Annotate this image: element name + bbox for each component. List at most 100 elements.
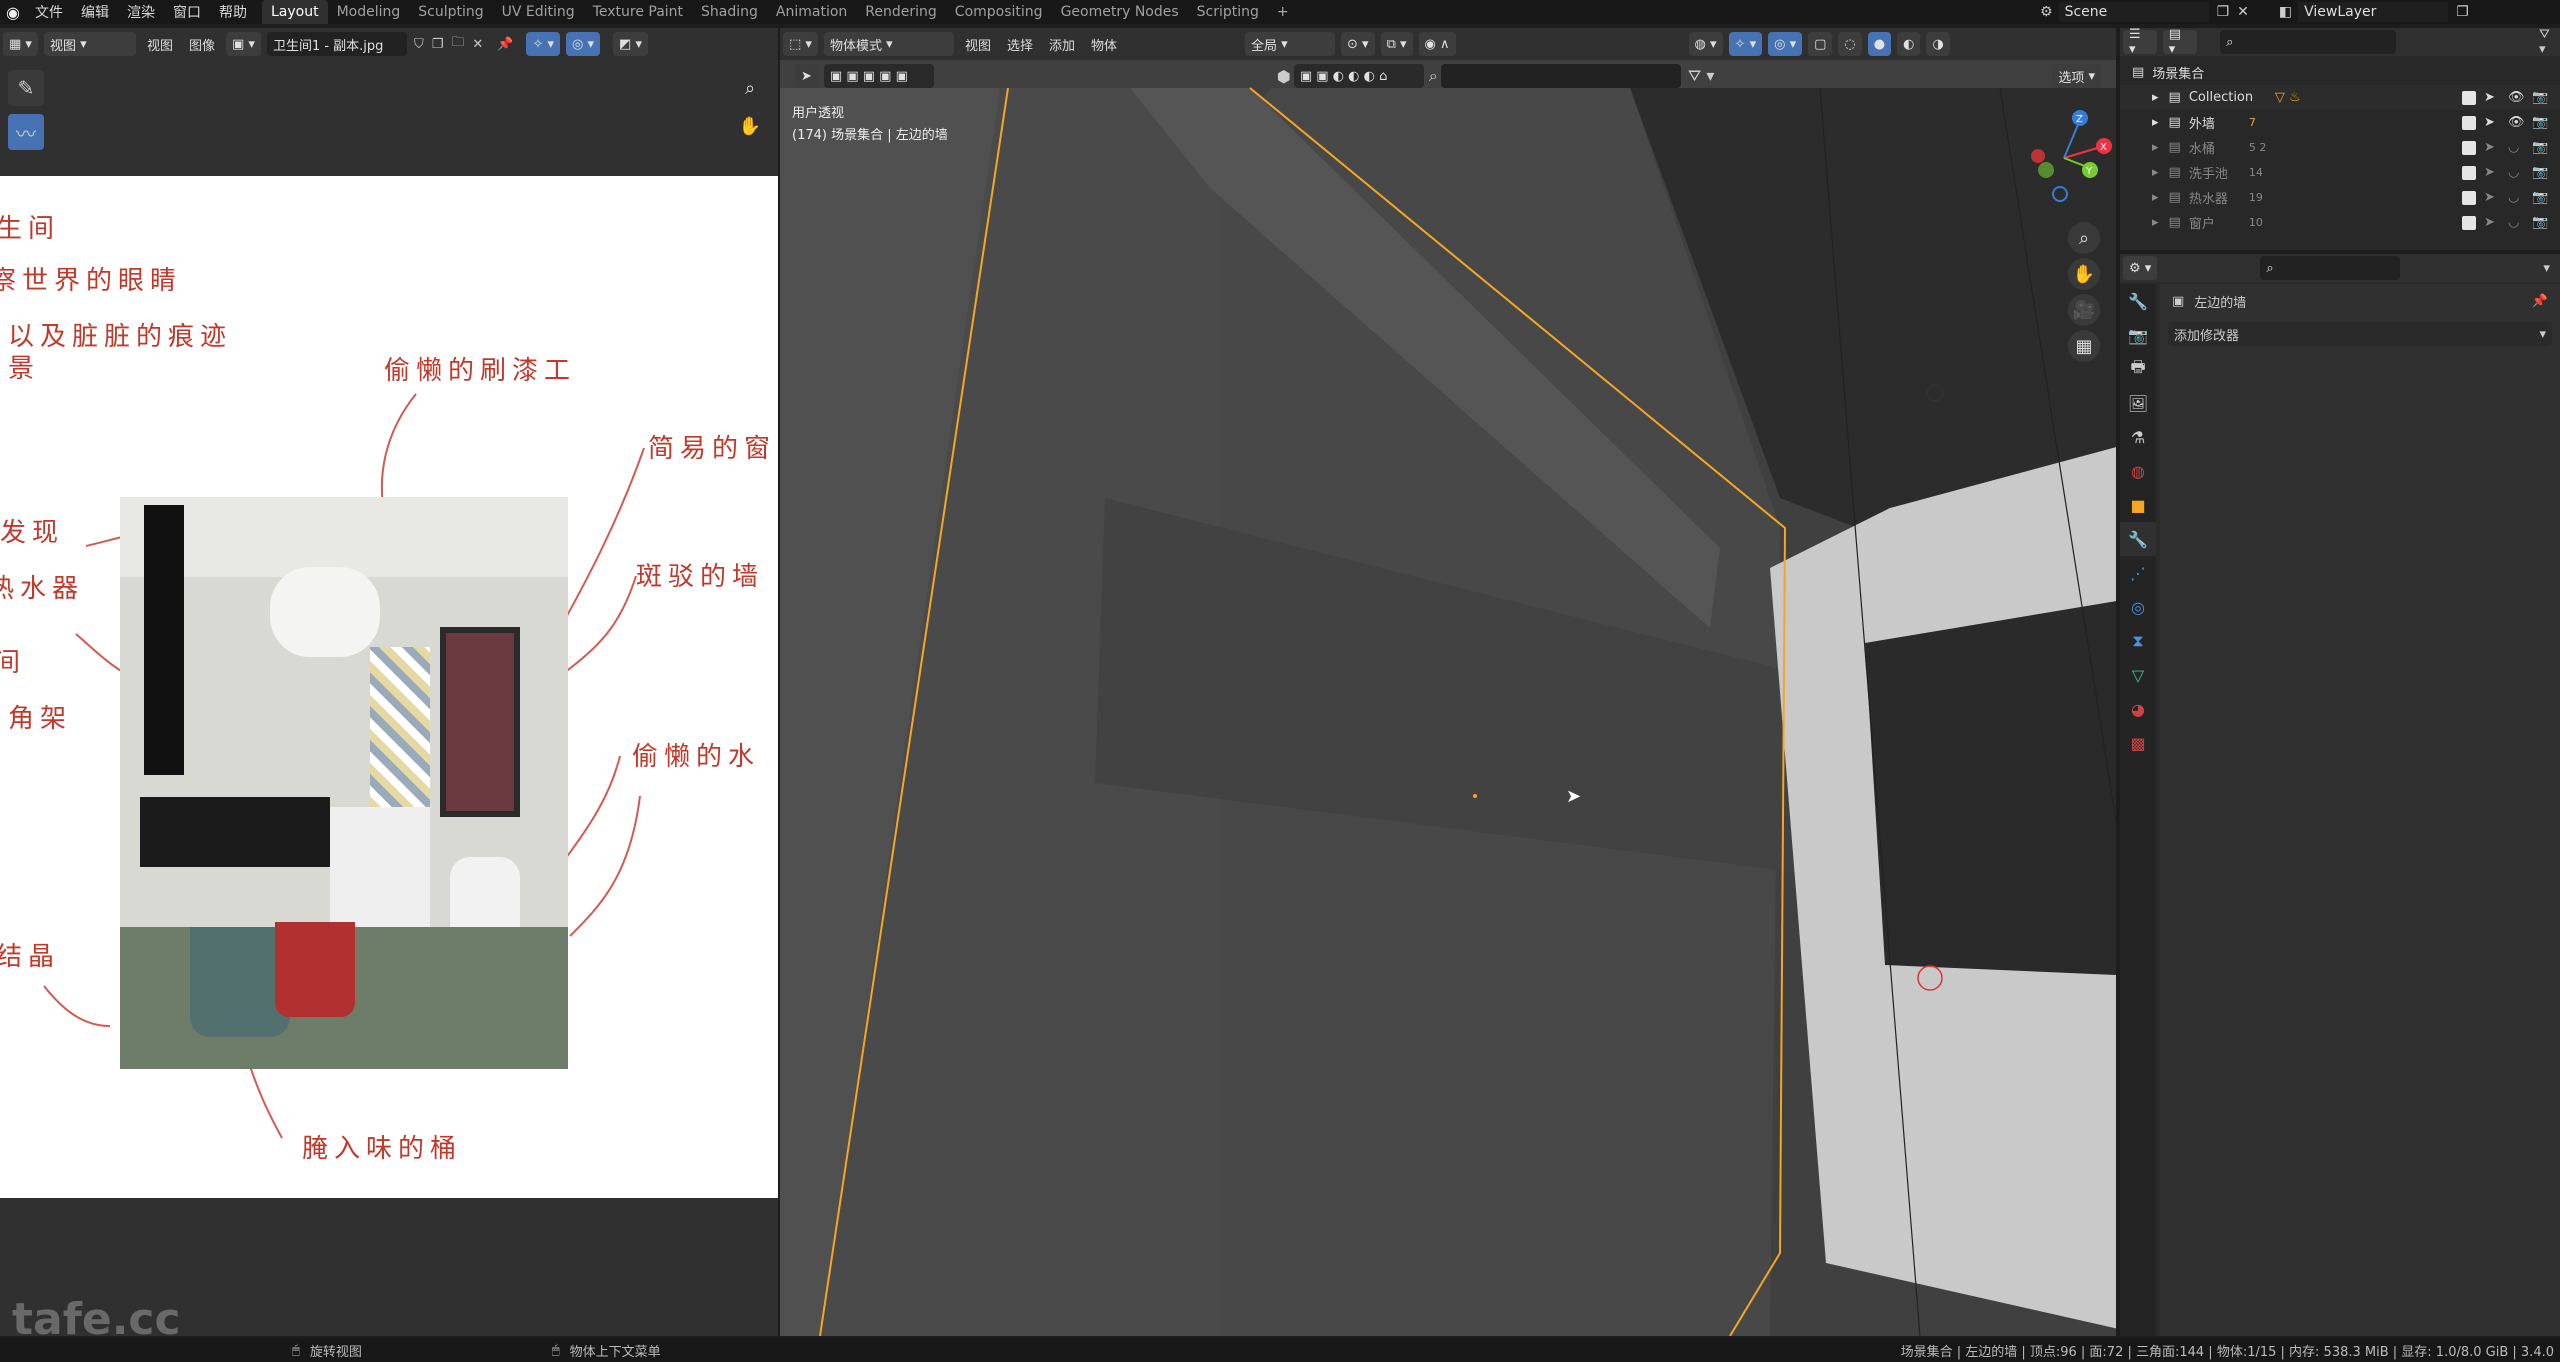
menu-render[interactable]: 渲染 [118, 2, 164, 22]
tab-texture-paint[interactable]: Texture Paint [584, 0, 692, 24]
exclude-checkbox[interactable] [2462, 115, 2476, 130]
fake-user-icon[interactable]: ⛉ [414, 37, 424, 52]
visibility-eye-icon[interactable]: ◡ [2508, 165, 2519, 180]
image-canvas[interactable]: 生间 察世界的眼睛 以及脏脏的痕迹 景 偷懒的刷漆工 简易的窗 发现 热水器 斑… [0, 176, 778, 1198]
particles-tab-icon[interactable]: ⋰ [2120, 556, 2156, 590]
new-view-layer-icon[interactable]: ❐ [2456, 4, 2469, 20]
outliner-root[interactable]: ▤ 场景集合 [2120, 60, 2560, 85]
render-toggle-icon[interactable]: 📷 [2532, 165, 2548, 180]
exclude-checkbox[interactable] [2462, 215, 2476, 230]
menu-window[interactable]: 窗口 [164, 2, 210, 22]
scene-icon[interactable]: ⚙ [2040, 4, 2053, 20]
editor-type-dropdown[interactable]: ☰ ▾ [2123, 27, 2157, 57]
overlay-toggle[interactable]: ◎ ▾ [566, 32, 601, 56]
view-layer-icon[interactable]: ◧ [2279, 4, 2292, 20]
exclude-checkbox[interactable] [2462, 90, 2476, 105]
menu-view[interactable]: 视图 [139, 35, 181, 54]
unlink-image-icon[interactable]: ✕ [472, 37, 483, 52]
select-toggle-icon[interactable]: ➤ [2484, 215, 2495, 230]
zoom-icon[interactable]: ⌕ [734, 72, 766, 104]
menu-edit[interactable]: 编辑 [72, 2, 118, 22]
outliner-item[interactable]: ▸ ▤ Collection ▽ ♨ ➤ 👁 📷 [2120, 85, 2560, 110]
visibility-eye-icon[interactable]: ◡ [2508, 190, 2519, 205]
outliner-item[interactable]: ▸ ▤ 窗户 10 ➤ ◡ 📷 [2120, 210, 2560, 235]
blender-logo-icon[interactable]: ◉ [0, 0, 26, 24]
tab-modeling[interactable]: Modeling [328, 0, 410, 24]
tab-layout[interactable]: Layout [262, 0, 328, 24]
tab-scripting[interactable]: Scripting [1188, 0, 1268, 24]
object-tab-icon[interactable]: ■ [2120, 488, 2156, 522]
menu-file[interactable]: 文件 [26, 2, 72, 22]
delete-scene-icon[interactable]: ✕ [2237, 4, 2249, 20]
tab-shading[interactable]: Shading [692, 0, 767, 24]
render-toggle-icon[interactable]: 📷 [2532, 140, 2548, 155]
select-toggle-icon[interactable]: ➤ [2484, 165, 2495, 180]
new-scene-icon[interactable]: ❐ [2217, 4, 2230, 20]
3d-viewport[interactable]: ⬚ ▾ 物体模式 ▾ 视图 选择 添加 物体 全局 ▾ ⊙ ▾ ⧉ ▾ ◉ ∧ … [780, 28, 2116, 1336]
select-toggle-icon[interactable]: ➤ [2484, 140, 2495, 155]
camera-view-icon[interactable]: 🎥 [2068, 294, 2100, 326]
display-mode-dropdown[interactable]: ▤ ▾ [2162, 27, 2198, 57]
world-tab-icon[interactable]: ◍ [2120, 454, 2156, 488]
data-tab-icon[interactable]: ▽ [2120, 658, 2156, 692]
editor-type-dropdown[interactable]: ⚙ ▾ [2123, 256, 2158, 280]
render-toggle-icon[interactable]: 📷 [2532, 90, 2548, 105]
editor-type-dropdown[interactable]: ▦ ▾ [3, 32, 38, 56]
outliner-item[interactable]: ▸ ▤ 热水器 19 ➤ ◡ 📷 [2120, 185, 2560, 210]
select-toggle-icon[interactable]: ➤ [2484, 190, 2495, 205]
tab-geometry-nodes[interactable]: Geometry Nodes [1052, 0, 1188, 24]
render-toggle-icon[interactable]: 📷 [2532, 190, 2548, 205]
filter-icon[interactable]: ⛛ ▾ [2539, 27, 2560, 57]
tab-compositing[interactable]: Compositing [946, 0, 1052, 24]
outliner-item[interactable]: ▸ ▤ 外墙 7 ➤ 👁 📷 [2120, 110, 2560, 135]
render-toggle-icon[interactable]: 📷 [2532, 215, 2548, 230]
perspective-toggle-icon[interactable]: ▦ [2068, 330, 2100, 362]
open-image-icon[interactable]: 🗀 [451, 33, 464, 55]
pin-icon[interactable]: 📌 [2532, 294, 2548, 309]
pan-hand-icon[interactable]: ✋ [2068, 258, 2100, 290]
select-toggle-icon[interactable]: ➤ [2484, 90, 2495, 105]
menu-help[interactable]: 帮助 [210, 2, 256, 22]
physics-tab-icon[interactable]: ◎ [2120, 590, 2156, 624]
expand-arrow-icon[interactable]: ▸ [2152, 165, 2159, 180]
outliner-search-input[interactable]: ⌕ [2220, 30, 2396, 54]
exclude-checkbox[interactable] [2462, 190, 2476, 205]
navigation-gizmo[interactable]: Z X Y [2004, 98, 2116, 218]
new-image-icon[interactable]: ❐ [432, 37, 444, 52]
exclude-checkbox[interactable] [2462, 165, 2476, 180]
material-tab-icon[interactable]: ◕ [2120, 692, 2156, 726]
output-tab-icon[interactable]: 🖶 [2120, 352, 2156, 386]
options-chevron-icon[interactable]: ▾ [2543, 261, 2550, 276]
annotate-tool-icon[interactable]: 〰 [8, 114, 44, 150]
image-browse-dropdown[interactable]: ▣ ▾ [225, 32, 261, 56]
pan-hand-icon[interactable]: ✋ [734, 110, 766, 142]
visibility-eye-icon[interactable]: ◡ [2508, 140, 2519, 155]
constraints-tab-icon[interactable]: ⧗ [2120, 624, 2156, 658]
menu-image[interactable]: 图像 [181, 35, 223, 54]
image-name-field[interactable]: 卫生间1 - 副本.jpg [266, 32, 407, 56]
zoom-icon[interactable]: ⌕ [2068, 222, 2100, 254]
expand-arrow-icon[interactable]: ▸ [2152, 190, 2159, 205]
texture-tab-icon[interactable]: ▩ [2120, 726, 2156, 760]
visibility-eye-icon[interactable]: 👁 [2508, 115, 2525, 130]
view-mode-dropdown[interactable]: 视图 ▾ [43, 32, 136, 56]
scene-tab-icon[interactable]: ⚗ [2120, 420, 2156, 454]
tab-uv-editing[interactable]: UV Editing [493, 0, 584, 24]
add-workspace-icon[interactable]: + [1268, 0, 1298, 24]
gizmo-toggle[interactable]: ✧ ▾ [526, 32, 561, 56]
expand-arrow-icon[interactable]: ▸ [2152, 90, 2159, 105]
exclude-checkbox[interactable] [2462, 140, 2476, 155]
pin-icon[interactable]: 📌 [497, 37, 513, 52]
render-toggle-icon[interactable]: 📷 [2532, 115, 2548, 130]
modifier-tab-icon[interactable]: 🔧 [2120, 522, 2156, 556]
outliner-item[interactable]: ▸ ▤ 洗手池 14 ➤ ◡ 📷 [2120, 160, 2560, 185]
view-layer-name[interactable]: ViewLayer [2298, 2, 2449, 22]
expand-arrow-icon[interactable]: ▸ [2152, 215, 2159, 230]
view-layer-tab-icon[interactable]: 🖼 [2120, 386, 2156, 420]
visibility-eye-icon[interactable]: ◡ [2508, 215, 2519, 230]
visibility-eye-icon[interactable]: 👁 [2508, 90, 2525, 105]
sample-tool-icon[interactable]: ✎ [8, 70, 44, 106]
tab-animation[interactable]: Animation [767, 0, 856, 24]
tab-sculpting[interactable]: Sculpting [409, 0, 492, 24]
properties-search-input[interactable]: ⌕ [2260, 256, 2401, 280]
